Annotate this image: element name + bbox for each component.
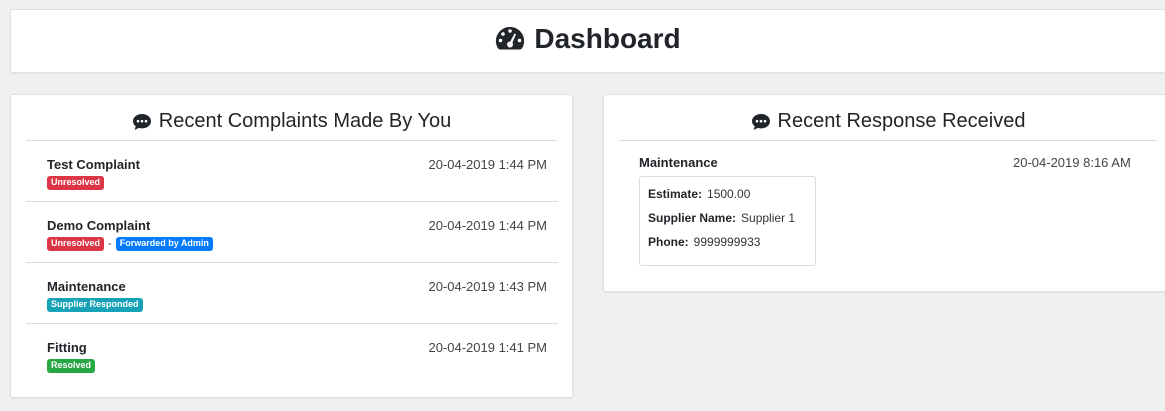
comment-icon — [132, 113, 151, 130]
badge-separator: - — [108, 238, 112, 250]
complaint-name: Maintenance — [47, 279, 126, 294]
status-badge: Resolved — [47, 359, 96, 373]
complaint-name: Test Complaint — [47, 157, 140, 172]
recent-complaints-panel: Recent Complaints Made By You Test Compl… — [10, 94, 573, 398]
status-badge: Unresolved — [47, 237, 105, 251]
response-title-text: Recent Response Received — [777, 110, 1026, 132]
phone-label: Phone: — [648, 235, 689, 249]
comment-icon — [751, 113, 770, 130]
complaints-panel-title: Recent Complaints Made By You — [26, 105, 557, 141]
response-date: 20-04-2019 8:16 AM — [1013, 155, 1131, 170]
supplier-value: Supplier 1 — [741, 211, 796, 225]
complaint-row[interactable]: Maintenance 20-04-2019 1:43 PM Supplier … — [26, 263, 558, 324]
complaint-row[interactable]: Fitting 20-04-2019 1:41 PM Resolved — [26, 324, 558, 385]
status-badge: Forwarded by Admin — [115, 237, 213, 251]
supplier-line: Supplier Name: Supplier 1 — [648, 211, 795, 225]
response-name[interactable]: Maintenance — [639, 155, 718, 170]
status-badge: Supplier Responded — [47, 298, 143, 312]
dashboard-header: Dashboard — [10, 9, 1165, 73]
response-details: Estimate: 1500.00 Supplier Name: Supplier … — [639, 176, 816, 266]
complaint-date: 20-04-2019 1:41 PM — [428, 340, 547, 355]
complaint-name: Fitting — [47, 340, 87, 355]
status-badge: Unresolved — [47, 176, 105, 190]
estimate-label: Estimate: — [648, 187, 703, 201]
complaint-date: 20-04-2019 1:44 PM — [428, 157, 547, 172]
estimate-value: 1500.00 — [707, 187, 751, 201]
recent-response-panel: Recent Response Received Maintenance 20-… — [603, 94, 1165, 292]
complaints-title-text: Recent Complaints Made By You — [158, 110, 452, 132]
response-panel-title: Recent Response Received — [619, 105, 1157, 141]
supplier-label: Supplier Name: — [648, 211, 737, 225]
complaint-date: 20-04-2019 1:43 PM — [428, 279, 547, 294]
complaint-row[interactable]: Demo Complaint 20-04-2019 1:44 PM Unreso… — [26, 202, 558, 263]
phone-value: 9999999933 — [693, 235, 761, 249]
complaint-row[interactable]: Test Complaint 20-04-2019 1:44 PM Unreso… — [26, 141, 558, 202]
tachometer-icon — [496, 26, 525, 50]
estimate-line: Estimate: 1500.00 — [648, 187, 750, 201]
page-title-text: Dashboard — [534, 23, 681, 54]
complaint-date: 20-04-2019 1:44 PM — [428, 218, 547, 233]
phone-line: Phone: 9999999933 — [648, 235, 760, 249]
page-title: Dashboard — [11, 23, 1164, 55]
complaint-name: Demo Complaint — [47, 218, 151, 233]
